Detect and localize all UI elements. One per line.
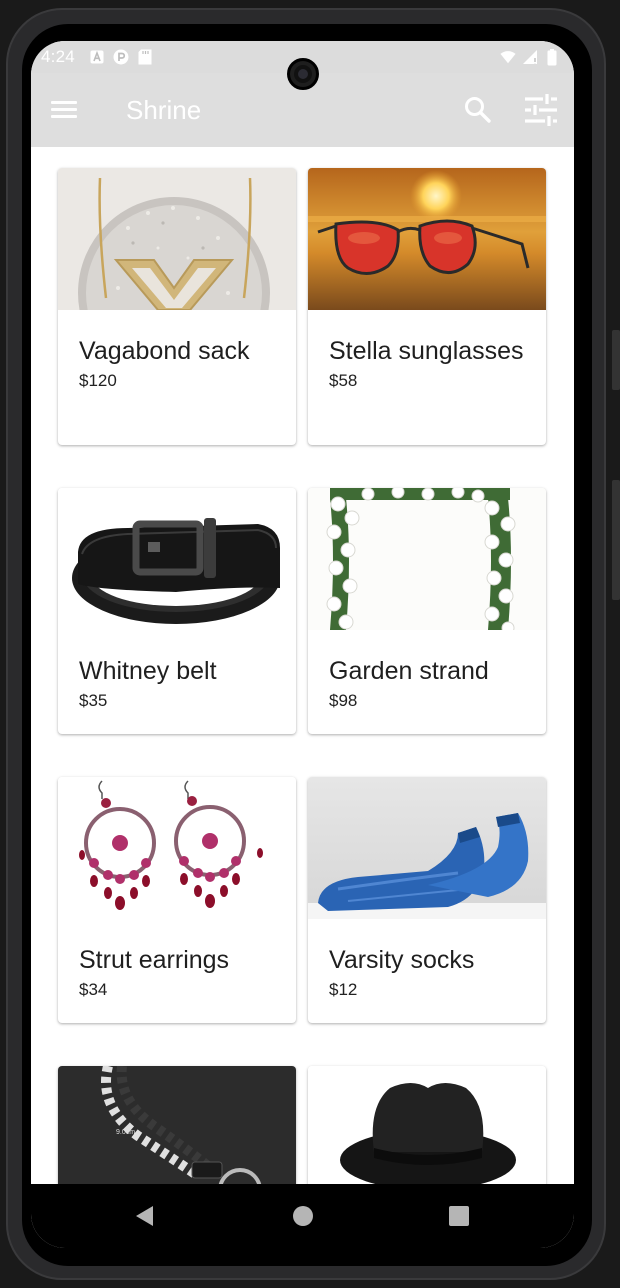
photo-dimension-label: 9.0cm bbox=[116, 1129, 135, 1136]
phone-screen: 4:24 Shrine Vagabond sack $120 Stella su… bbox=[31, 41, 574, 1248]
device-frame: 4:24 Shrine Vagabond sack $120 Stella su… bbox=[0, 0, 620, 1288]
tune-icon bbox=[525, 94, 557, 126]
product-info: Strut earrings $34 bbox=[58, 919, 296, 1000]
product-image bbox=[308, 168, 546, 310]
product-info: Varsity socks $12 bbox=[308, 919, 546, 1000]
recents-button[interactable] bbox=[447, 1204, 471, 1228]
product-name: Whitney belt bbox=[79, 657, 217, 685]
product-price: $58 bbox=[329, 371, 358, 390]
navigation-bar bbox=[31, 1184, 574, 1248]
product-card[interactable] bbox=[308, 1066, 546, 1184]
product-card[interactable]: Varsity socks $12 bbox=[308, 777, 546, 1023]
product-name: Stella sunglasses bbox=[329, 337, 524, 365]
product-price: $12 bbox=[329, 980, 358, 999]
power-button bbox=[612, 480, 620, 600]
product-image bbox=[58, 488, 296, 630]
product-info: Stella sunglasses $58 bbox=[308, 310, 546, 391]
menu-button[interactable] bbox=[51, 97, 83, 123]
recents-icon bbox=[449, 1206, 469, 1226]
volume-button bbox=[612, 330, 620, 390]
search-icon bbox=[465, 97, 491, 123]
signal-icon bbox=[522, 49, 538, 65]
product-price: $34 bbox=[79, 980, 108, 999]
product-image bbox=[308, 777, 546, 919]
status-system-icons bbox=[500, 48, 560, 65]
product-name: Strut earrings bbox=[79, 946, 230, 974]
product-image bbox=[308, 1066, 546, 1184]
product-card[interactable]: Stella sunglasses $58 bbox=[308, 168, 546, 445]
status-notification-icons bbox=[89, 49, 153, 65]
front-camera bbox=[287, 58, 319, 90]
product-card[interactable]: Whitney belt $35 bbox=[58, 488, 296, 734]
battery-icon bbox=[544, 48, 560, 65]
app-title: Shrine bbox=[126, 95, 202, 125]
filter-button[interactable] bbox=[521, 91, 561, 129]
product-name: Garden strand bbox=[329, 657, 489, 685]
product-name: Vagabond sack bbox=[79, 337, 250, 365]
product-price: $120 bbox=[79, 371, 117, 390]
search-button[interactable] bbox=[461, 93, 495, 127]
product-price: $35 bbox=[79, 691, 108, 710]
product-card[interactable]: Garden strand $98 bbox=[308, 488, 546, 734]
home-button[interactable] bbox=[291, 1204, 315, 1228]
a-notification-icon bbox=[89, 49, 105, 65]
back-icon bbox=[136, 1206, 153, 1226]
product-info: Vagabond sack $120 bbox=[58, 310, 296, 391]
product-info: Whitney belt $35 bbox=[58, 630, 296, 711]
product-card[interactable]: Strut earrings $34 bbox=[58, 777, 296, 1023]
p-notification-icon bbox=[113, 49, 129, 65]
wifi-icon bbox=[500, 49, 516, 65]
product-image bbox=[58, 777, 296, 919]
product-info: Garden strand $98 bbox=[308, 630, 546, 711]
product-image bbox=[58, 168, 296, 310]
product-name: Varsity socks bbox=[329, 946, 475, 974]
sd-card-icon bbox=[137, 49, 153, 65]
status-time: 4:24 bbox=[41, 47, 75, 66]
menu-icon bbox=[51, 101, 83, 118]
product-card[interactable]: Vagabond sack $120 bbox=[58, 168, 296, 445]
back-button[interactable] bbox=[133, 1204, 157, 1228]
product-image bbox=[308, 488, 546, 630]
product-grid: Vagabond sack $120 Stella sunglasses $58… bbox=[31, 147, 574, 1184]
product-card[interactable]: 9.0cm bbox=[58, 1066, 296, 1184]
home-icon bbox=[293, 1206, 313, 1226]
product-image: 9.0cm bbox=[58, 1066, 296, 1184]
product-price: $98 bbox=[329, 691, 358, 710]
